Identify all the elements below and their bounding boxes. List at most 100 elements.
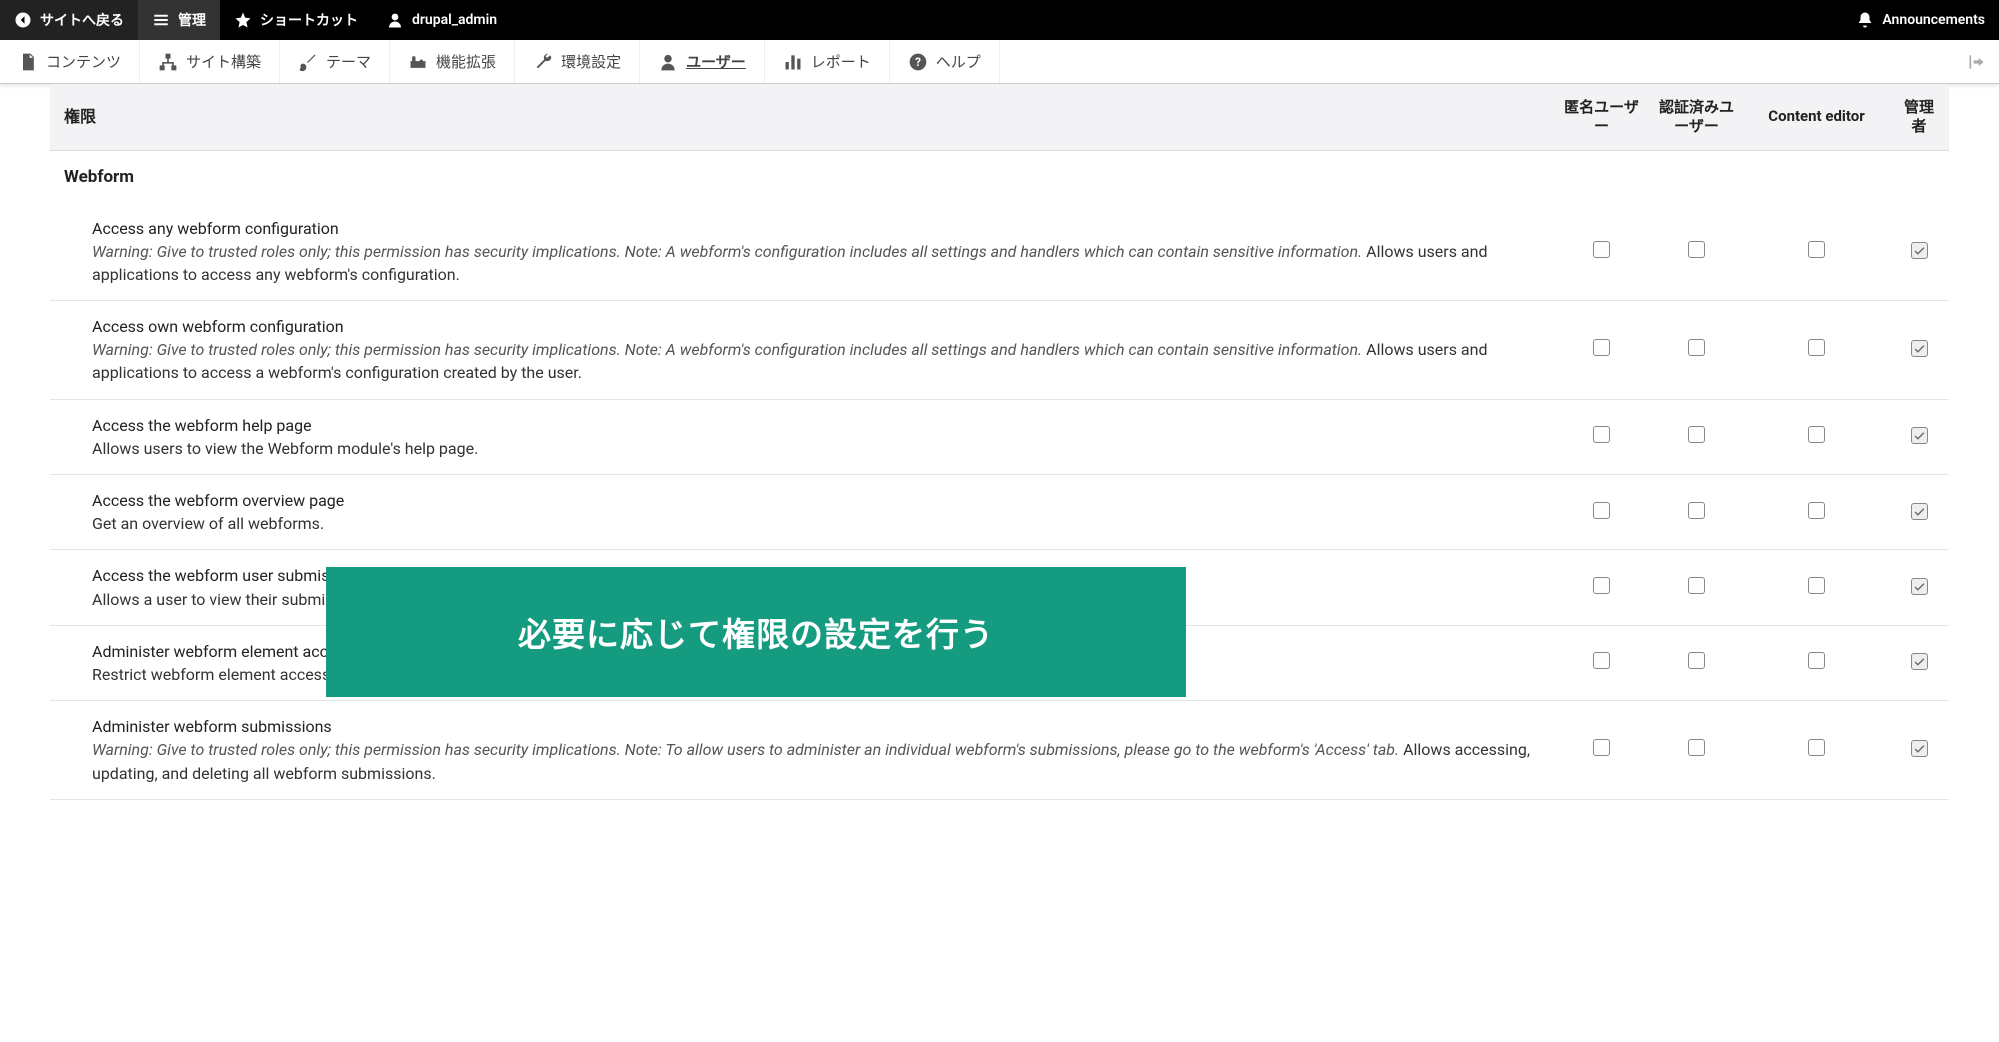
permission-checkbox[interactable] xyxy=(1593,339,1610,356)
col-admin: 管理者 xyxy=(1889,84,1949,150)
tab-content[interactable]: コンテンツ xyxy=(0,40,140,83)
permission-checkbox[interactable] xyxy=(1688,241,1705,258)
permission-cell: Access any webform configurationWarning:… xyxy=(50,203,1554,301)
permission-row: Administer webform submissionsWarning: G… xyxy=(50,701,1949,800)
permission-checkbox[interactable] xyxy=(1593,652,1610,669)
permission-checkbox[interactable] xyxy=(1593,502,1610,519)
tab-people-label: ユーザー xyxy=(686,51,746,72)
permission-checkbox[interactable] xyxy=(1688,426,1705,443)
permission-row: Access any webform configurationWarning:… xyxy=(50,203,1949,301)
tab-theme-label: テーマ xyxy=(326,51,371,72)
permission-checkbox[interactable] xyxy=(1593,426,1610,443)
permission-checkbox[interactable] xyxy=(1593,739,1610,756)
manage-button[interactable]: 管理 xyxy=(138,0,220,40)
tab-content-label: コンテンツ xyxy=(46,51,121,72)
toolbar-right: Announcements xyxy=(1842,0,1999,40)
checkbox-cell xyxy=(1554,301,1649,400)
toolbar-left: サイトへ戻る 管理 ショートカット drupal_admin xyxy=(0,0,511,40)
checkbox-cell xyxy=(1889,203,1949,301)
checkbox-cell xyxy=(1554,550,1649,625)
tab-people[interactable]: ユーザー xyxy=(640,40,765,83)
permission-checkbox[interactable] xyxy=(1688,652,1705,669)
permission-warning: Warning: Give to trusted roles only; thi… xyxy=(92,340,1362,359)
permission-checkbox[interactable] xyxy=(1688,502,1705,519)
banner-text: 必要に応じて権限の設定を行う xyxy=(518,608,994,656)
permission-checkbox[interactable] xyxy=(1808,502,1825,519)
checkbox-cell xyxy=(1554,625,1649,700)
help-icon: ? xyxy=(908,52,928,72)
back-to-site-button[interactable]: サイトへ戻る xyxy=(0,0,138,40)
permission-checkbox[interactable] xyxy=(1808,652,1825,669)
checkbox-cell xyxy=(1889,475,1949,550)
people-icon xyxy=(658,52,678,72)
permission-checkbox[interactable] xyxy=(1911,242,1928,259)
permission-description: Allows users to view the Webform module'… xyxy=(92,437,1544,460)
checkbox-cell xyxy=(1889,701,1949,800)
permission-description: Warning: Give to trusted roles only; thi… xyxy=(92,738,1544,784)
shortcuts-label: ショートカット xyxy=(260,10,358,30)
permission-warning: Warning: Give to trusted roles only; thi… xyxy=(92,740,1399,759)
checkbox-cell xyxy=(1554,399,1649,474)
permission-checkbox[interactable] xyxy=(1911,653,1928,670)
permission-warning: Warning: Give to trusted roles only; thi… xyxy=(92,242,1362,261)
permission-checkbox[interactable] xyxy=(1808,739,1825,756)
module-row: Webform xyxy=(50,150,1949,203)
permission-checkbox[interactable] xyxy=(1808,339,1825,356)
checkbox-cell xyxy=(1554,475,1649,550)
permission-row: Access the webform overview pageGet an o… xyxy=(50,475,1949,550)
tab-theme[interactable]: テーマ xyxy=(280,40,390,83)
star-icon xyxy=(234,11,252,29)
permission-checkbox[interactable] xyxy=(1688,577,1705,594)
permission-checkbox[interactable] xyxy=(1808,577,1825,594)
tab-structure[interactable]: サイト構築 xyxy=(140,40,280,83)
tab-extend[interactable]: 機能拡張 xyxy=(390,40,515,83)
permission-cell: Access the webform overview pageGet an o… xyxy=(50,475,1554,550)
collapse-icon xyxy=(1967,52,1987,72)
checkbox-cell xyxy=(1649,399,1744,474)
checkbox-cell xyxy=(1744,701,1889,800)
permission-checkbox[interactable] xyxy=(1911,427,1928,444)
permission-description: Warning: Give to trusted roles only; thi… xyxy=(92,338,1544,384)
checkbox-cell xyxy=(1744,625,1889,700)
permission-description: Warning: Give to trusted roles only; thi… xyxy=(92,240,1544,286)
col-permission: 権限 xyxy=(50,84,1554,150)
tab-help[interactable]: ? ヘルプ xyxy=(890,40,1000,83)
checkbox-cell xyxy=(1649,625,1744,700)
checkbox-cell xyxy=(1554,203,1649,301)
permission-checkbox[interactable] xyxy=(1911,578,1928,595)
user-icon xyxy=(386,11,404,29)
col-auth: 認証済みユーザー xyxy=(1649,84,1744,150)
permission-title: Access the webform overview page xyxy=(92,489,1544,512)
tab-structure-label: サイト構築 xyxy=(186,51,261,72)
checkbox-cell xyxy=(1649,301,1744,400)
tab-config[interactable]: 環境設定 xyxy=(515,40,640,83)
permission-checkbox[interactable] xyxy=(1688,739,1705,756)
permission-checkbox[interactable] xyxy=(1911,503,1928,520)
permission-checkbox[interactable] xyxy=(1593,241,1610,258)
puzzle-icon xyxy=(408,52,428,72)
checkbox-cell xyxy=(1649,475,1744,550)
permission-checkbox[interactable] xyxy=(1593,577,1610,594)
checkbox-cell xyxy=(1649,701,1744,800)
permission-checkbox[interactable] xyxy=(1808,241,1825,258)
orientation-toggle[interactable] xyxy=(1955,40,1999,83)
tab-extend-label: 機能拡張 xyxy=(436,51,496,72)
permission-checkbox[interactable] xyxy=(1808,426,1825,443)
announcements-button[interactable]: Announcements xyxy=(1842,0,1999,40)
user-button[interactable]: drupal_admin xyxy=(372,0,511,40)
permission-checkbox[interactable] xyxy=(1911,740,1928,757)
permission-checkbox[interactable] xyxy=(1688,339,1705,356)
announcements-label: Announcements xyxy=(1882,12,1985,28)
permission-checkbox[interactable] xyxy=(1911,340,1928,357)
checkbox-cell xyxy=(1649,550,1744,625)
tab-help-label: ヘルプ xyxy=(936,51,981,72)
checkbox-cell xyxy=(1649,203,1744,301)
shortcuts-button[interactable]: ショートカット xyxy=(220,0,372,40)
top-toolbar: サイトへ戻る 管理 ショートカット drupal_admin Announcem… xyxy=(0,0,1999,40)
tab-report[interactable]: レポート xyxy=(765,40,890,83)
bar-chart-icon xyxy=(783,52,803,72)
permission-description: Get an overview of all webforms. xyxy=(92,512,1544,535)
annotation-banner: 必要に応じて権限の設定を行う xyxy=(326,567,1186,697)
wrench-icon xyxy=(533,52,553,72)
permissions-content: 権限 匿名ユーザー 認証済みユーザー Content editor 管理者 We… xyxy=(0,84,1999,840)
